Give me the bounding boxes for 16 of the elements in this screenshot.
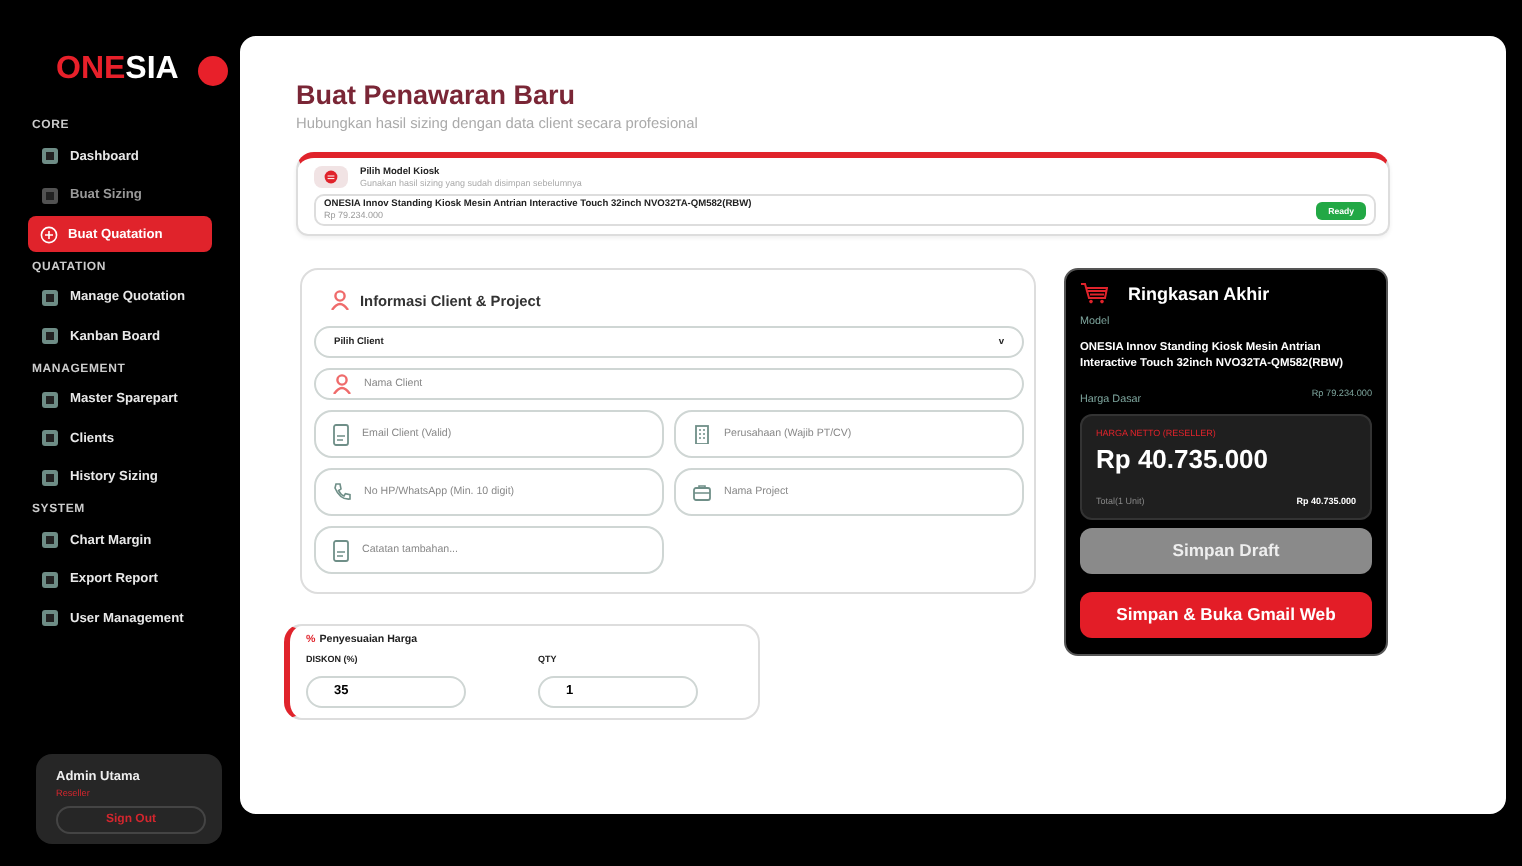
save-button[interactable]: Simpan & Buka Gmail Web [1080, 591, 1372, 638]
phone-icon [332, 482, 352, 502]
status-dot [198, 55, 229, 85]
page-title: Buat Penawaran Baru [296, 80, 578, 110]
building-icon [692, 424, 712, 444]
plus-circle-icon [40, 225, 58, 243]
briefcase-icon [692, 483, 712, 501]
person-icon [330, 290, 350, 310]
net-price: Rp 40.735.000 [1096, 443, 1271, 474]
summary-title: Ringkasan Akhir [1128, 283, 1270, 303]
document-icon [332, 539, 350, 561]
person-icon [332, 374, 352, 394]
layers-icon [324, 170, 338, 184]
brand-logo: ONESIA [56, 52, 179, 88]
document-icon [332, 423, 350, 445]
cart-icon [1080, 282, 1108, 304]
